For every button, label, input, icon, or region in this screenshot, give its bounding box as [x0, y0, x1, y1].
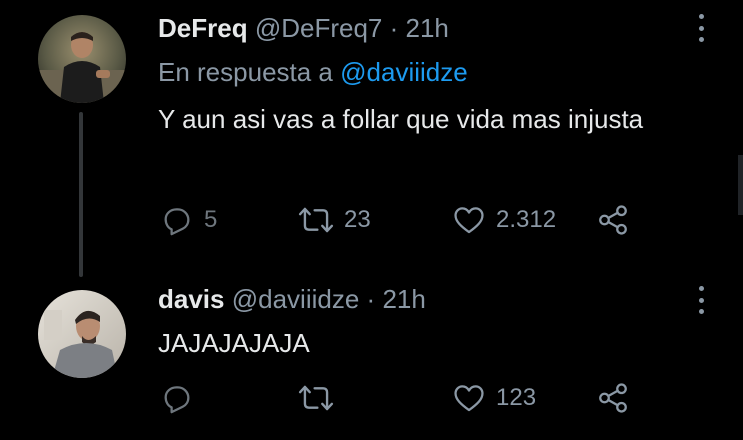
avatar-photo	[38, 15, 126, 103]
reply-icon	[164, 208, 190, 236]
reply-count: 5	[204, 206, 218, 233]
action-bar: 123	[0, 378, 743, 418]
display-name[interactable]: DeFreq	[158, 13, 248, 43]
like-count: 123	[496, 384, 537, 411]
like-icon	[454, 207, 484, 234]
like-button[interactable]: 2.312	[452, 200, 556, 240]
reply-button[interactable]: 5	[160, 200, 217, 240]
share-button[interactable]	[596, 200, 630, 240]
reply-context: En respuesta a @daviiidze	[158, 56, 468, 88]
more-icon[interactable]	[692, 282, 710, 318]
like-count: 2.312	[496, 206, 557, 233]
retweet-icon	[298, 207, 334, 233]
like-icon	[454, 385, 484, 412]
tweet[interactable]: DeFreq @DeFreq7 · 21h En respuesta a @da…	[0, 0, 743, 277]
more-icon[interactable]	[692, 10, 710, 46]
retweet-icon	[298, 385, 334, 411]
separator: ·	[366, 284, 376, 314]
separator: ·	[389, 13, 399, 43]
thread-line	[79, 112, 83, 277]
retweet-button[interactable]: 23	[298, 200, 371, 240]
share-icon	[599, 383, 627, 413]
avatar-photo	[38, 290, 126, 378]
action-bar: 5 23 2.312	[0, 200, 743, 240]
user-handle[interactable]: @DeFreq7	[255, 13, 383, 43]
avatar[interactable]	[38, 290, 126, 378]
share-button[interactable]	[596, 378, 630, 418]
retweet-button[interactable]	[298, 378, 334, 418]
reply-prefix: En respuesta a	[158, 57, 333, 87]
user-handle[interactable]: @daviiidze	[232, 284, 360, 314]
display-name[interactable]: davis	[158, 284, 225, 314]
scrollbar-edge	[738, 155, 743, 215]
reply-mention-link[interactable]: @daviiidze	[340, 57, 468, 87]
timestamp[interactable]: 21h	[382, 284, 425, 314]
tweet-text: JAJAJAJAJA	[158, 328, 310, 358]
tweet-header: davis @daviiidze · 21h	[158, 283, 426, 315]
like-button[interactable]: 123	[452, 378, 536, 418]
tweet-text: Y aun asi vas a follar que vida mas inju…	[158, 104, 644, 134]
share-icon	[599, 205, 627, 235]
tweet[interactable]: davis @daviiidze · 21h JAJAJAJAJA 123	[0, 270, 743, 440]
avatar[interactable]	[38, 15, 126, 103]
reply-icon	[164, 386, 190, 414]
reply-button[interactable]	[160, 378, 194, 418]
retweet-count: 23	[344, 206, 371, 233]
tweet-header: DeFreq @DeFreq7 · 21h	[158, 12, 449, 44]
timestamp[interactable]: 21h	[406, 13, 449, 43]
